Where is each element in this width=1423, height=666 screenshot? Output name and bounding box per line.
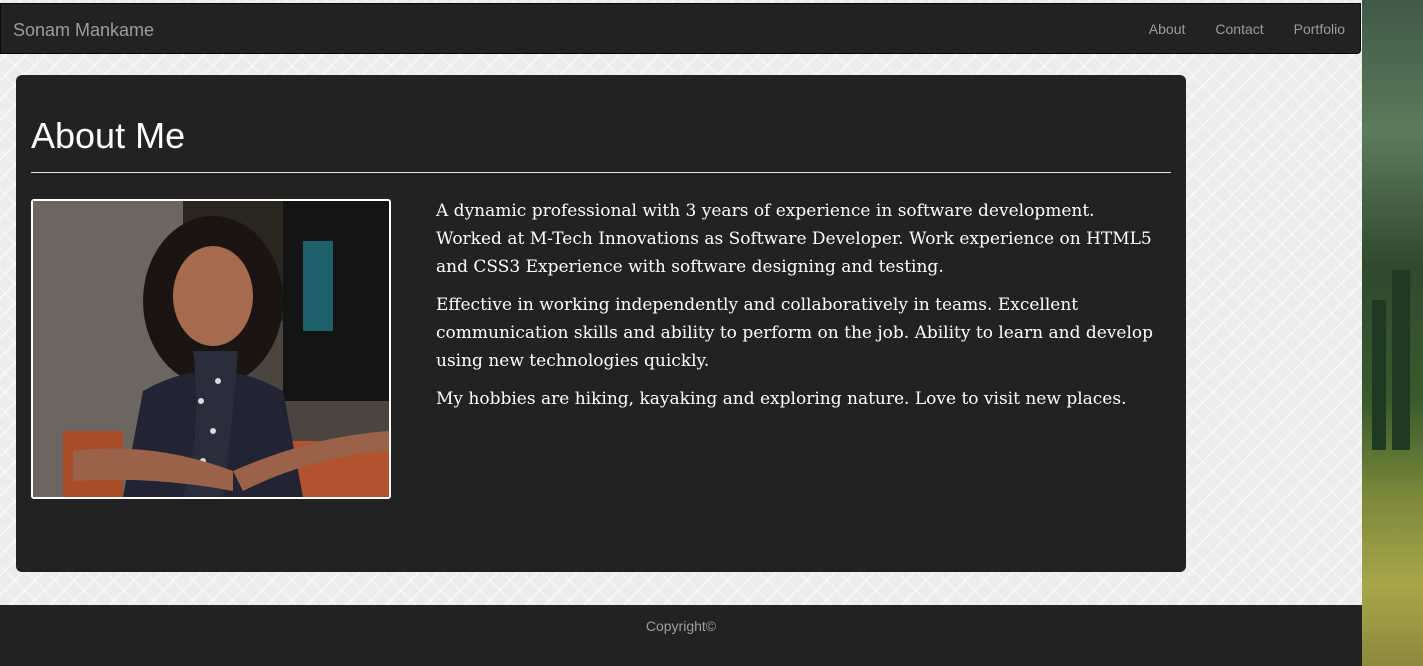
footer: Copyright© (0, 605, 1362, 666)
bio-paragraph-1: A dynamic professional with 3 years of e… (436, 201, 1152, 277)
divider (31, 172, 1171, 173)
bio-paragraph-3: My hobbies are hiking, kayaking and expl… (436, 389, 1127, 409)
bio-text: A dynamic professional with 3 years of e… (436, 197, 1156, 423)
nav-link-about[interactable]: About (1149, 21, 1186, 37)
nav-link-portfolio[interactable]: Portfolio (1294, 21, 1345, 37)
background-landscape (1362, 0, 1423, 666)
nav-menu: About Contact Portfolio (1119, 21, 1345, 37)
page: Sonam Mankame About Contact Portfolio Ab… (0, 0, 1362, 666)
nav-link-contact[interactable]: Contact (1215, 21, 1263, 37)
navbar: Sonam Mankame About Contact Portfolio (0, 3, 1361, 54)
bio-paragraph-2: Effective in working independently and c… (436, 295, 1154, 371)
copyright-text: Copyright© (645, 618, 717, 634)
about-card: About Me A dynamic professional with 3 y… (16, 75, 1186, 572)
profile-photo (31, 199, 391, 499)
page-title: About Me (31, 115, 186, 156)
profile-photo-image (33, 201, 389, 497)
brand-link[interactable]: Sonam Mankame (13, 20, 154, 41)
